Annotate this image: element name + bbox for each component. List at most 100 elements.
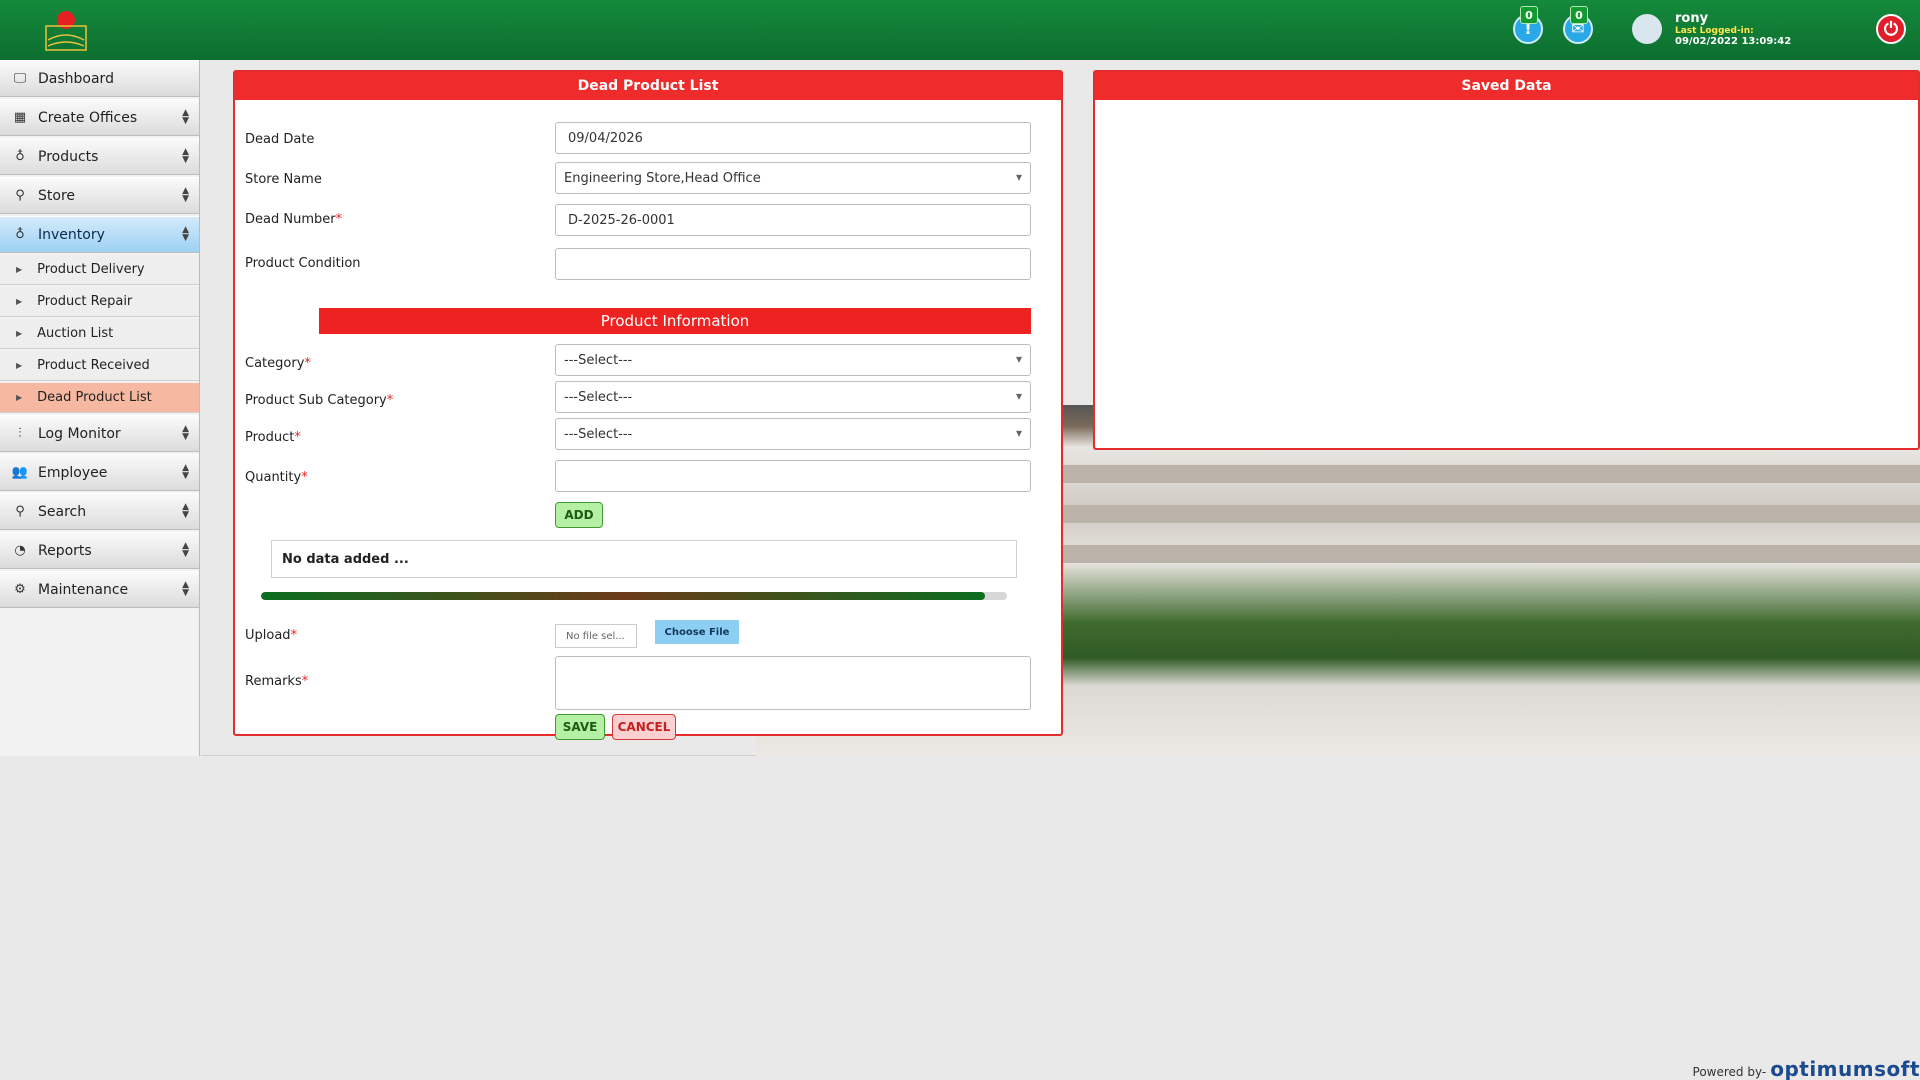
category-select[interactable]: ---Select---	[555, 344, 1031, 376]
product-select[interactable]: ---Select---	[555, 418, 1031, 450]
user-avatar[interactable]	[1632, 14, 1662, 44]
last-logged-time: 09/02/2022 13:09:42	[1675, 36, 1792, 47]
power-logout-icon[interactable]: ⏻	[1876, 14, 1906, 44]
quantity-input[interactable]	[555, 460, 1031, 492]
form-panel-title: Dead Product List	[235, 72, 1061, 100]
powered-by-text: Powered by-	[1692, 1065, 1767, 1079]
sidebar-item-log-monitor[interactable]: ⫶ Log Monitor ▲ ▼	[0, 415, 199, 452]
sidebar: 🖵 Dashboard ▦ Create Offices ▲ ▼ ♁ Produc…	[0, 60, 200, 756]
building-icon: ▦	[13, 110, 27, 125]
search-icon: ⚲	[15, 188, 25, 203]
messages-icon[interactable]: 0 ✉	[1563, 6, 1593, 44]
sidebar-item-create-offices[interactable]: ▦ Create Offices ▲ ▼	[0, 99, 199, 136]
choose-file-button[interactable]: Choose File	[655, 620, 739, 644]
sidebar-item-search[interactable]: ⚲ Search ▲ ▼	[0, 493, 199, 530]
expand-arrows-icon: ▲ ▼	[182, 502, 189, 520]
sidebar-item-inventory[interactable]: ♁ Inventory ▲ ▼	[0, 216, 199, 253]
alerts-icon[interactable]: 0 !	[1513, 6, 1543, 44]
required-mark: *	[294, 430, 301, 445]
sidebar-item-label: Maintenance	[38, 581, 129, 598]
sidebar-item-dashboard[interactable]: 🖵 Dashboard	[0, 60, 199, 97]
sliders-icon: ⫶	[18, 426, 22, 441]
dead-date-label: Dead Date	[245, 132, 315, 147]
caret-right-icon: ▶	[16, 361, 23, 370]
saved-data-panel: Saved Data	[1093, 70, 1920, 450]
expand-arrows-icon: ▲ ▼	[182, 580, 189, 598]
sidebar-item-label: Search	[38, 503, 87, 520]
expand-arrows-icon: ▲ ▼	[182, 108, 189, 126]
droplet-icon: ♁	[15, 149, 25, 164]
expand-arrows-icon: ▲ ▼	[182, 541, 189, 559]
sidebar-subitem-dead-product-list[interactable]: ▶ Dead Product List	[0, 383, 199, 413]
pie-chart-icon: ◔	[14, 543, 26, 558]
sidebar-subitem-product-repair[interactable]: ▶ Product Repair	[0, 287, 199, 317]
dead-date-input[interactable]: 09/04/2026	[555, 122, 1031, 154]
sidebar-subitem-product-received[interactable]: ▶ Product Received	[0, 351, 199, 381]
save-button[interactable]: SAVE	[555, 714, 605, 740]
optimumsoft-logo: optimumsoft	[1770, 1057, 1920, 1080]
caret-right-icon: ▶	[16, 297, 23, 306]
sidebar-item-employee[interactable]: 👥 Employee ▲ ▼	[0, 454, 199, 491]
sidebar-item-store[interactable]: ⚲ Store ▲ ▼	[0, 177, 199, 214]
form-body: Dead Date 09/04/2026 Store Name Engineer…	[235, 100, 1061, 740]
user-name: rony	[1675, 11, 1709, 26]
cancel-button[interactable]: CANCEL	[612, 714, 676, 740]
users-icon: 👥	[11, 465, 29, 480]
messages-count-badge: 0	[1570, 6, 1588, 24]
product-label: Product*	[245, 430, 301, 445]
product-condition-label: Product Condition	[245, 256, 361, 271]
droplet-icon: ♁	[15, 227, 25, 242]
expand-arrows-icon: ▲ ▼	[182, 147, 189, 165]
sidebar-subitem-label: Dead Product List	[37, 390, 152, 405]
sidebar-subitem-label: Product Repair	[37, 294, 133, 309]
sidebar-item-label: Employee	[38, 464, 108, 481]
required-mark: *	[386, 393, 394, 408]
search-icon: ⚲	[15, 504, 25, 519]
sidebar-item-label: Dashboard	[38, 70, 114, 87]
store-name-label: Store Name	[245, 172, 322, 187]
progress-bar	[261, 592, 1007, 600]
product-sub-category-select[interactable]: ---Select---	[555, 381, 1031, 413]
file-name-display: No file sel...	[555, 624, 637, 648]
monitor-icon: 🖵	[13, 71, 27, 86]
user-info: rony Last Logged-in: 09/02/2022 13:09:42	[1675, 11, 1791, 48]
caret-right-icon: ▶	[16, 393, 23, 402]
top-header: 0 ! 0 ✉ rony Last Logged-in: 09/02/2022 …	[0, 0, 1920, 60]
product-sub-category-label: Product Sub Category*	[245, 393, 394, 408]
required-mark: *	[290, 628, 298, 643]
sidebar-item-label: Create Offices	[38, 109, 138, 126]
last-logged-label: Last Logged-in:	[1675, 26, 1754, 36]
footer: Powered by- optimumsoft	[1693, 1059, 1920, 1080]
no-data-message: No data added ...	[271, 540, 1017, 578]
required-mark: *	[335, 212, 343, 227]
category-label: Category*	[245, 356, 311, 371]
store-name-select[interactable]: Engineering Store,Head Office	[555, 162, 1031, 194]
bangladesh-emblem-logo	[45, 11, 87, 51]
upload-label: Upload*	[245, 628, 298, 643]
remarks-textarea[interactable]	[555, 656, 1031, 710]
saved-data-title: Saved Data	[1095, 72, 1918, 100]
sidebar-item-label: Reports	[38, 542, 92, 559]
sidebar-item-label: Log Monitor	[38, 425, 121, 442]
caret-right-icon: ▶	[16, 329, 23, 338]
sidebar-subitem-auction-list[interactable]: ▶ Auction List	[0, 319, 199, 349]
sidebar-item-products[interactable]: ♁ Products ▲ ▼	[0, 138, 199, 175]
remarks-label: Remarks*	[245, 674, 309, 689]
sidebar-item-reports[interactable]: ◔ Reports ▲ ▼	[0, 532, 199, 569]
main-content: Dead Product List Dead Date 09/04/2026 S…	[201, 60, 1920, 756]
expand-arrows-icon: ▲ ▼	[182, 186, 189, 204]
dead-number-input[interactable]: D-2025-26-0001	[555, 204, 1031, 236]
product-information-heading: Product Information	[319, 308, 1031, 334]
sidebar-item-label: Products	[38, 148, 99, 165]
expand-arrows-icon: ▲ ▼	[182, 424, 189, 442]
expand-arrows-icon: ▲ ▼	[182, 225, 189, 243]
product-condition-input[interactable]	[555, 248, 1031, 280]
sidebar-item-label: Store	[38, 187, 76, 204]
sidebar-subitem-product-delivery[interactable]: ▶ Product Delivery	[0, 255, 199, 285]
dead-number-label: Dead Number*	[245, 212, 343, 227]
add-button[interactable]: ADD	[555, 502, 603, 528]
required-mark: *	[301, 674, 309, 689]
sidebar-subitem-label: Auction List	[37, 326, 114, 341]
sidebar-item-maintenance[interactable]: ⚙ Maintenance ▲ ▼	[0, 571, 199, 608]
sidebar-subitem-label: Product Delivery	[37, 262, 145, 277]
